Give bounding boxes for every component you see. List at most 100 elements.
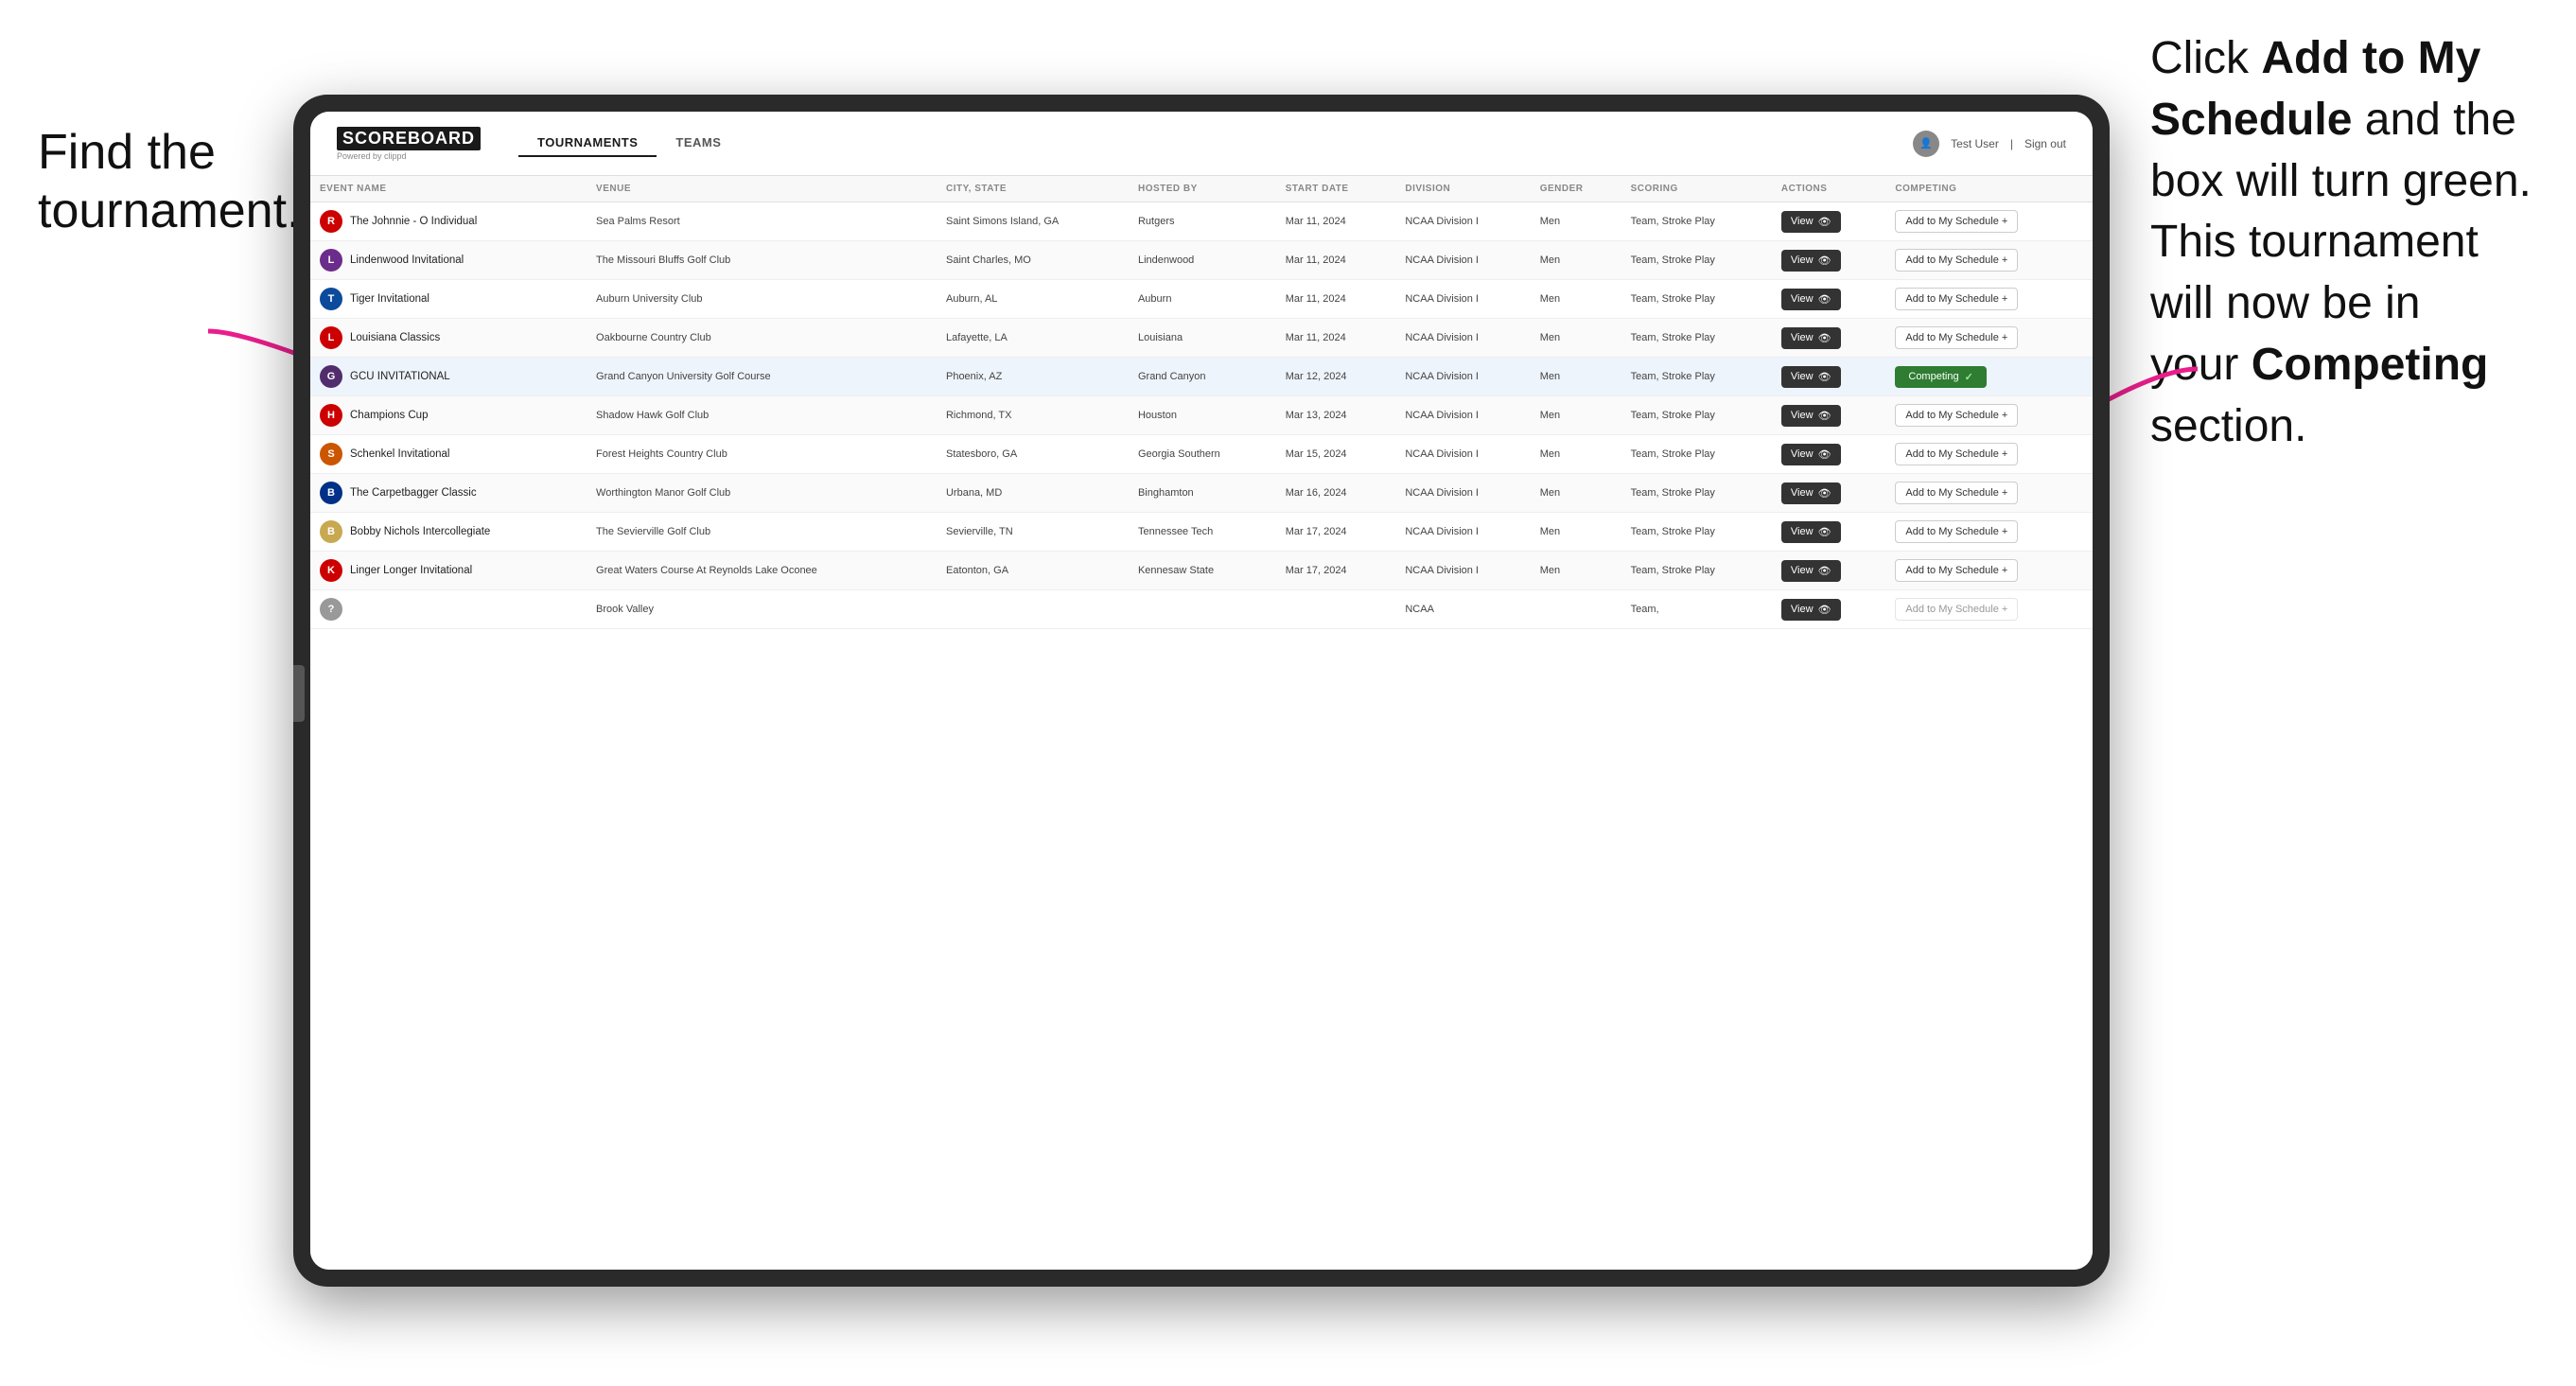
view-button[interactable]: View 👁 bbox=[1781, 560, 1841, 582]
sign-out-link[interactable]: Sign out bbox=[2024, 137, 2066, 150]
event-name: Lindenwood Invitational bbox=[350, 254, 464, 266]
add-schedule-button[interactable]: Add to My Schedule + bbox=[1895, 288, 2018, 310]
view-button[interactable]: View 👁 bbox=[1781, 327, 1841, 349]
date-cell: Mar 17, 2024 bbox=[1276, 552, 1396, 590]
city-cell: Lafayette, LA bbox=[937, 319, 1129, 358]
team-logo: ? bbox=[320, 598, 342, 621]
view-label: View bbox=[1791, 526, 1814, 537]
team-logo: T bbox=[320, 288, 342, 310]
add-schedule-button[interactable]: Add to My Schedule + bbox=[1895, 598, 2018, 621]
view-button[interactable]: View 👁 bbox=[1781, 482, 1841, 504]
scoring-cell: Team, Stroke Play bbox=[1621, 435, 1772, 474]
col-division: DIVISION bbox=[1395, 176, 1530, 202]
logo-area: SCOREBOARD Powered by clippd bbox=[337, 127, 481, 161]
eye-icon: 👁 bbox=[1818, 565, 1831, 577]
venue-cell: Worthington Manor Golf Club bbox=[587, 474, 937, 513]
col-venue: VENUE bbox=[587, 176, 937, 202]
date-cell: Mar 12, 2024 bbox=[1276, 358, 1396, 396]
venue-cell: Auburn University Club bbox=[587, 280, 937, 319]
table-row: L Lindenwood Invitational The Missouri B… bbox=[310, 241, 2093, 280]
scoring-cell: Team, Stroke Play bbox=[1621, 319, 1772, 358]
competing-cell: Add to My Schedule + bbox=[1885, 552, 2093, 590]
add-schedule-button[interactable]: Add to My Schedule + bbox=[1895, 326, 2018, 349]
competing-cell: Add to My Schedule + bbox=[1885, 319, 2093, 358]
division-cell: NCAA Division I bbox=[1395, 396, 1530, 435]
view-label: View bbox=[1791, 604, 1814, 615]
host-cell: Houston bbox=[1129, 396, 1276, 435]
eye-icon: 👁 bbox=[1818, 604, 1831, 616]
gender-cell: Men bbox=[1531, 396, 1621, 435]
eye-icon: 👁 bbox=[1818, 216, 1831, 228]
tab-tournaments[interactable]: TOURNAMENTS bbox=[518, 130, 657, 157]
actions-cell: View 👁 bbox=[1772, 319, 1885, 358]
table-row: H Champions Cup Shadow Hawk Golf Club Ri… bbox=[310, 396, 2093, 435]
event-name: The Johnnie - O Individual bbox=[350, 216, 477, 227]
eye-icon: 👁 bbox=[1818, 293, 1831, 306]
gender-cell: Men bbox=[1531, 435, 1621, 474]
event-name-cell: B Bobby Nichols Intercollegiate bbox=[310, 513, 587, 552]
team-logo: R bbox=[320, 210, 342, 233]
sidebar-handle[interactable] bbox=[293, 665, 305, 722]
venue-cell: Forest Heights Country Club bbox=[587, 435, 937, 474]
event-name: Louisiana Classics bbox=[350, 332, 440, 343]
add-schedule-button[interactable]: Add to My Schedule + bbox=[1895, 520, 2018, 543]
division-cell: NCAA Division I bbox=[1395, 474, 1530, 513]
scoring-cell: Team, Stroke Play bbox=[1621, 474, 1772, 513]
event-name-cell: L Lindenwood Invitational bbox=[310, 241, 587, 280]
competing-cell: Competing ✓ bbox=[1885, 358, 2093, 396]
gender-cell: Men bbox=[1531, 280, 1621, 319]
view-button[interactable]: View 👁 bbox=[1781, 289, 1841, 310]
view-button[interactable]: View 👁 bbox=[1781, 599, 1841, 621]
add-schedule-button[interactable]: Add to My Schedule + bbox=[1895, 482, 2018, 504]
header-right: 👤 Test User | Sign out bbox=[1913, 131, 2066, 157]
competing-button[interactable]: Competing ✓ bbox=[1895, 366, 1986, 388]
view-button[interactable]: View 👁 bbox=[1781, 211, 1841, 233]
city-cell: Urbana, MD bbox=[937, 474, 1129, 513]
city-cell: Sevierville, TN bbox=[937, 513, 1129, 552]
view-label: View bbox=[1791, 448, 1814, 460]
view-button[interactable]: View 👁 bbox=[1781, 250, 1841, 272]
view-button[interactable]: View 👁 bbox=[1781, 405, 1841, 427]
scoring-cell: Team, Stroke Play bbox=[1621, 202, 1772, 241]
competing-label: Competing bbox=[1908, 371, 1958, 382]
venue-cell: The Sevierville Golf Club bbox=[587, 513, 937, 552]
separator: | bbox=[2010, 137, 2013, 150]
event-name: Schenkel Invitational bbox=[350, 448, 449, 460]
tab-teams[interactable]: TEAMS bbox=[657, 130, 740, 157]
competing-cell: Add to My Schedule + bbox=[1885, 241, 2093, 280]
team-logo: B bbox=[320, 520, 342, 543]
view-button[interactable]: View 👁 bbox=[1781, 521, 1841, 543]
host-cell: Tennessee Tech bbox=[1129, 513, 1276, 552]
gender-cell: Men bbox=[1531, 474, 1621, 513]
host-cell: Louisiana bbox=[1129, 319, 1276, 358]
check-icon: ✓ bbox=[1965, 371, 1973, 383]
event-name: Linger Longer Invitational bbox=[350, 565, 472, 576]
view-button[interactable]: View 👁 bbox=[1781, 366, 1841, 388]
col-start-date: START DATE bbox=[1276, 176, 1396, 202]
add-schedule-button[interactable]: Add to My Schedule + bbox=[1895, 559, 2018, 582]
competing-cell: Add to My Schedule + bbox=[1885, 435, 2093, 474]
host-cell: Rutgers bbox=[1129, 202, 1276, 241]
add-schedule-button[interactable]: Add to My Schedule + bbox=[1895, 443, 2018, 465]
venue-cell: Great Waters Course At Reynolds Lake Oco… bbox=[587, 552, 937, 590]
division-cell: NCAA Division I bbox=[1395, 280, 1530, 319]
add-schedule-button[interactable]: Add to My Schedule + bbox=[1895, 210, 2018, 233]
view-button[interactable]: View 👁 bbox=[1781, 444, 1841, 465]
actions-cell: View 👁 bbox=[1772, 513, 1885, 552]
division-cell: NCAA Division I bbox=[1395, 435, 1530, 474]
team-logo: K bbox=[320, 559, 342, 582]
nav-tabs: TOURNAMENTS TEAMS bbox=[518, 130, 740, 157]
division-cell: NCAA Division I bbox=[1395, 552, 1530, 590]
gender-cell: Men bbox=[1531, 552, 1621, 590]
host-cell: Lindenwood bbox=[1129, 241, 1276, 280]
scoring-cell: Team, Stroke Play bbox=[1621, 280, 1772, 319]
team-logo: L bbox=[320, 326, 342, 349]
add-schedule-button[interactable]: Add to My Schedule + bbox=[1895, 404, 2018, 427]
col-gender: GENDER bbox=[1531, 176, 1621, 202]
add-schedule-button[interactable]: Add to My Schedule + bbox=[1895, 249, 2018, 272]
date-cell: Mar 11, 2024 bbox=[1276, 319, 1396, 358]
table-row: T Tiger Invitational Auburn University C… bbox=[310, 280, 2093, 319]
venue-cell: Sea Palms Resort bbox=[587, 202, 937, 241]
date-cell: Mar 11, 2024 bbox=[1276, 241, 1396, 280]
actions-cell: View 👁 bbox=[1772, 241, 1885, 280]
